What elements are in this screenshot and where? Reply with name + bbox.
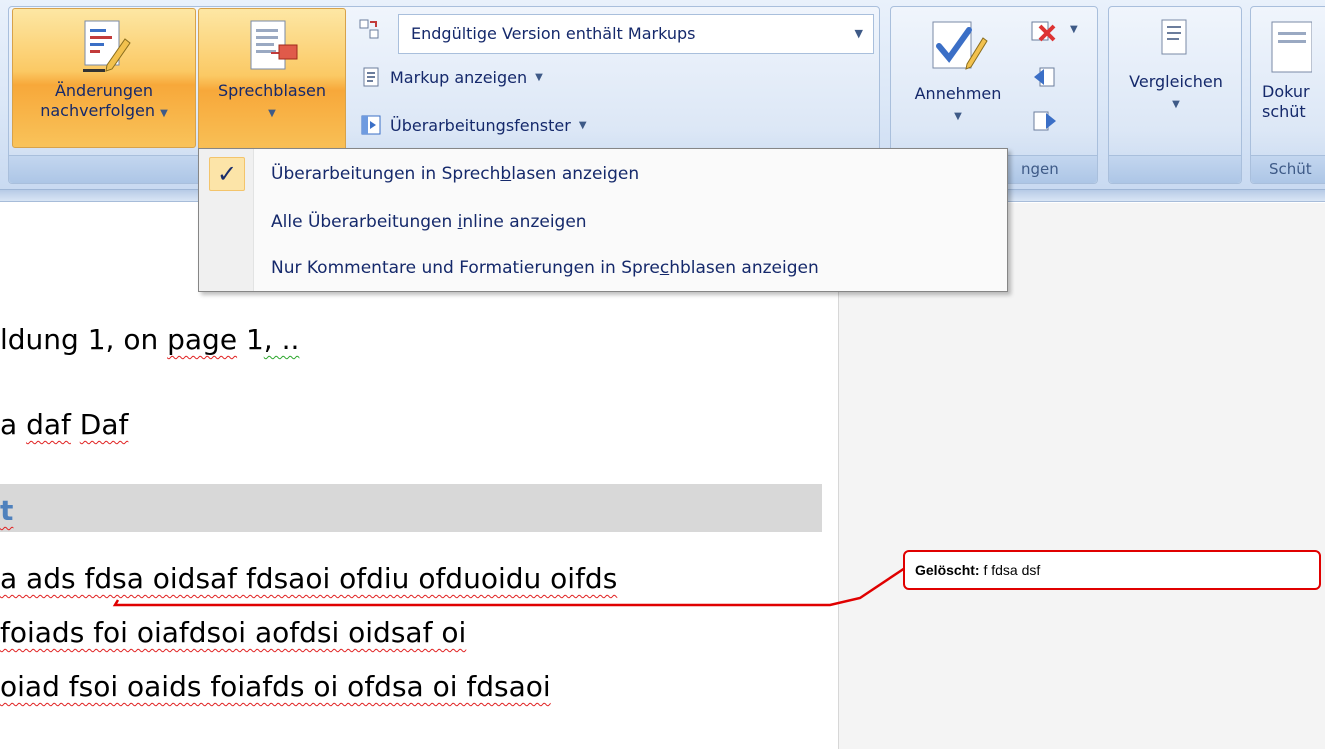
menu-item-1-post: lasen anzeigen [511,164,640,184]
menu-item-1-pre: Überarbeitungen in Sprech [271,164,501,184]
menu-item-show-all-revisions-inline[interactable]: Alle Überarbeitungen inline anzeigen [271,212,587,232]
checkmark-icon: ✓ [209,157,245,191]
deleted-balloon-text: f fdsa dsf [979,562,1041,578]
menu-item-3-accel: c [659,258,670,278]
menu-item-1-accel: b [500,164,512,184]
menu-item-3-post: hblasen anzeigen [669,258,819,278]
menu-item-comments-and-formatting-only[interactable]: Nur Kommentare und Formatierungen in Spr… [271,258,819,278]
deleted-balloon[interactable]: Gelöscht: f fdsa dsf [903,550,1321,590]
menu-item-2-pre: Alle Überarbeitungen [271,212,458,232]
menu-item-show-revisions-in-balloons[interactable]: Überarbeitungen in Sprechblasen anzeigen [271,164,639,184]
deleted-balloon-label: Gelöscht: [915,562,980,578]
menu-item-3-pre: Nur Kommentare und Formatierungen in Spr… [271,258,660,278]
balloons-menu: ✓ Überarbeitungen in Sprechblasen anzeig… [198,148,1008,292]
menu-item-2-post: nline anzeigen [462,212,587,232]
balloon-connector [112,566,906,607]
